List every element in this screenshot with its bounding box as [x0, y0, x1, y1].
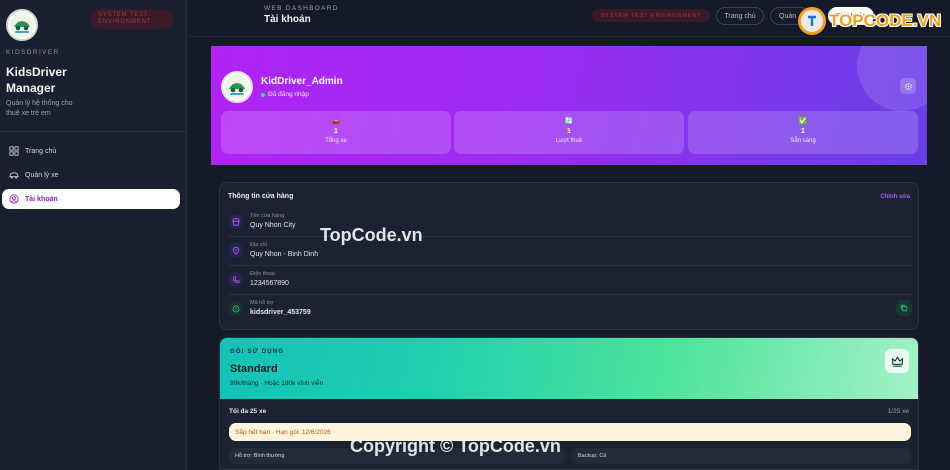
- sidebar: SYSTEM TEST ENVIRONMENT KIDSDRIVER KidsD…: [0, 0, 187, 470]
- store-info-card: Thông tin cửa hàng Chỉnh sửa Tên cửa hàn…: [219, 182, 919, 330]
- row-label: Điện thoại: [250, 271, 275, 277]
- profile-hero: KidDriver_Admin Đã đăng nhập 🚗 1 Tổng xe…: [211, 46, 927, 165]
- login-status-text: Đã đăng nhập: [268, 91, 309, 98]
- expiry-warning: Sắp hết hạn · Hạn gói: 12/6/2026: [229, 423, 911, 441]
- store-info-title: Thông tin cửa hàng: [228, 193, 294, 200]
- online-dot-icon: [261, 92, 265, 97]
- sidebar-item-account[interactable]: Tài khoản: [2, 189, 180, 209]
- watermark-bottom: Copyright © TopCode.vn: [350, 436, 561, 456]
- edit-store-button[interactable]: Chỉnh sửa: [880, 194, 910, 200]
- settings-button[interactable]: [900, 78, 916, 94]
- stat-label: Tổng xe: [325, 138, 347, 144]
- stat-rentals: 🔄 1 Lượt thuê: [454, 111, 684, 154]
- row-label: Mã hỗ trợ: [250, 300, 274, 306]
- stat-available: ✅ 1 Sẵn sàng: [688, 111, 918, 154]
- brand-title: KidsDriver Manager: [6, 65, 67, 95]
- brand-subtitle: Quản lý hệ thống cho thuê xe trẻ em: [6, 100, 73, 117]
- store-row-support-code: Mã hỗ trợ kidsdriver_453759: [228, 295, 912, 323]
- stat-value: 1: [567, 128, 571, 135]
- location-pin-icon: [228, 243, 243, 258]
- row-label: Địa chỉ: [250, 242, 267, 248]
- sidebar-item-label: Trang chủ: [25, 147, 57, 155]
- magnifier-logo-icon: [798, 7, 826, 35]
- stat-value: 1: [801, 128, 805, 135]
- subscription-plan-card: GÓI SỬ DỤNG Standard 99k/tháng · Hoặc 18…: [219, 337, 919, 470]
- plan-eyebrow: GÓI SỬ DỤNG: [230, 349, 285, 355]
- watermark-middle: TopCode.vn: [320, 225, 423, 245]
- row-value: kidsdriver_453759: [250, 309, 311, 316]
- kidsdriver-logo-icon: [10, 13, 34, 37]
- watermark-top-text: TOPCODE.VN: [829, 11, 942, 30]
- plan-price: 99k/tháng · Hoặc 180k vĩnh viễn: [230, 380, 324, 387]
- plan-feature-backup: Backup: Có: [572, 448, 911, 464]
- plan-limit: Tối đa 25 xe: [229, 408, 267, 415]
- sidebar-divider: [0, 131, 187, 132]
- store-row-phone: Điện thoại 1234567890: [228, 266, 912, 294]
- car-emoji-icon: 🚗: [331, 118, 341, 125]
- check-emoji-icon: ✅: [798, 118, 808, 125]
- grid-icon: [9, 146, 19, 156]
- page-title: Tài khoản: [264, 14, 311, 25]
- top-nav-home[interactable]: Trang chủ: [716, 7, 764, 25]
- copy-icon: [900, 304, 908, 312]
- store-icon: [228, 214, 243, 229]
- support-id-icon: [228, 301, 243, 316]
- watermark-logo: TOPCODE.VN: [798, 6, 941, 36]
- sidebar-item-label: Tài khoản: [25, 195, 58, 203]
- row-value: Quy Nhon - Binh Dinh: [250, 251, 319, 258]
- decorative-circle: [857, 46, 927, 111]
- login-status: Đã đăng nhập: [261, 91, 309, 98]
- sidebar-item-vehicles[interactable]: Quản lý xe: [2, 165, 180, 185]
- header-divider: [187, 36, 950, 37]
- car-icon: [9, 172, 19, 179]
- brand-small: KIDSDRIVER: [6, 49, 60, 56]
- kidsdriver-logo-icon: [225, 75, 249, 99]
- stat-value: 1: [334, 128, 338, 135]
- stat-label: Lượt thuê: [555, 138, 583, 144]
- env-badge-header: SYSTEM TEST ENVIRONMENT: [592, 9, 710, 22]
- phone-icon: [228, 272, 243, 287]
- plan-usage-count: 1/25 xe: [887, 408, 909, 415]
- sidebar-item-home[interactable]: Trang chủ: [2, 141, 180, 161]
- copy-support-code-button[interactable]: [896, 300, 912, 316]
- crown-icon: [885, 349, 909, 373]
- avatar: [221, 71, 253, 103]
- row-value: 1234567890: [250, 280, 289, 287]
- refresh-emoji-icon: 🔄: [564, 118, 574, 125]
- sidebar-item-label: Quản lý xe: [25, 171, 59, 179]
- env-badge: SYSTEM TEST ENVIRONMENT: [90, 9, 174, 29]
- stat-total-vehicles: 🚗 1 Tổng xe: [221, 111, 451, 154]
- gear-icon: [904, 82, 912, 90]
- plan-header: GÓI SỬ DỤNG Standard 99k/tháng · Hoặc 18…: [220, 338, 918, 399]
- stat-label: Sẵn sàng: [790, 138, 816, 144]
- user-circle-icon: [9, 194, 19, 204]
- row-value: Quy Nhon City: [250, 222, 296, 229]
- plan-name: Standard: [230, 363, 278, 375]
- profile-name: KidDriver_Admin: [261, 76, 343, 87]
- app-logo: [6, 9, 38, 41]
- header-eyebrow: WEB DASHBOARD: [264, 5, 339, 12]
- row-label: Tên cửa hàng: [250, 213, 285, 219]
